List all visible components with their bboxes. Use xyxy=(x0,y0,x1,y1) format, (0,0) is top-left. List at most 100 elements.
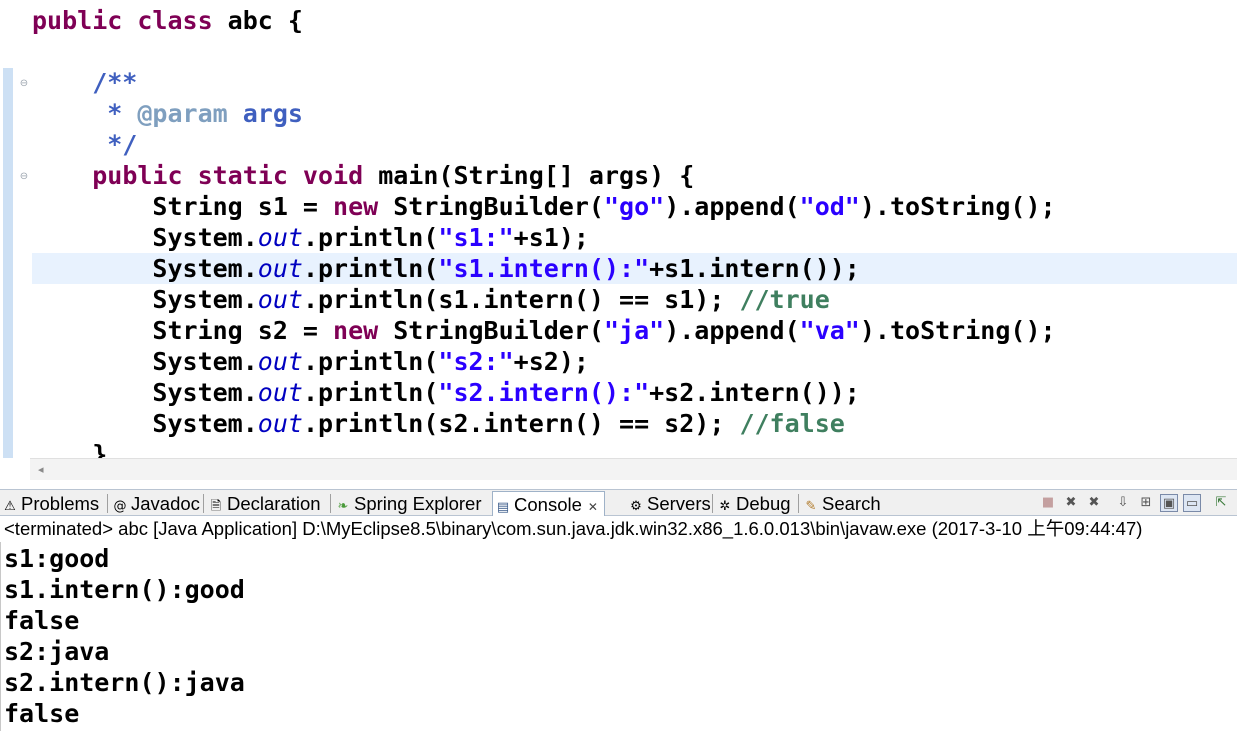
code-token: out xyxy=(257,254,303,283)
tab-label: Console xyxy=(514,494,582,515)
code-token: System. xyxy=(32,285,258,314)
code-line[interactable]: System.out.println("s1.intern():"+s1.int… xyxy=(32,253,1237,284)
tab-label: Javadoc xyxy=(131,493,200,514)
code-token: .println( xyxy=(302,223,439,252)
code-token: System. xyxy=(32,409,258,438)
tab-declaration[interactable]: 🗎 Declaration xyxy=(206,491,321,516)
tab-debug[interactable]: ✲ Debug xyxy=(715,491,791,516)
code-token: .println( xyxy=(302,254,439,283)
scroll-lock-icon[interactable]: ⇩ xyxy=(1114,494,1132,512)
code-line[interactable]: System.out.println("s2.intern():"+s2.int… xyxy=(32,377,1237,408)
code-token: out xyxy=(257,378,303,407)
code-line[interactable]: */ xyxy=(32,129,1237,160)
code-token: +s2); xyxy=(513,347,589,376)
tab-divider xyxy=(712,494,713,513)
code-line[interactable]: public static void main(String[] args) { xyxy=(32,160,1237,191)
code-text[interactable]: public class abc { /** * @param args */ … xyxy=(32,5,1237,458)
console-output-line: false xyxy=(4,606,80,635)
scroll-left-icon[interactable]: ◂ xyxy=(38,463,44,476)
code-line[interactable]: /** xyxy=(32,67,1237,98)
editor-gutter: ⊖ ⊖ xyxy=(0,0,30,458)
code-token: ).append( xyxy=(664,316,800,345)
code-token: +s1); xyxy=(513,223,589,252)
tab-label: Problems xyxy=(21,493,100,514)
console-launch-description: <terminated> abc [Java Application] D:\M… xyxy=(0,516,1237,542)
code-editor[interactable]: ⊖ ⊖ public class abc { /** * @param args… xyxy=(0,0,1237,458)
code-token: System. xyxy=(32,223,258,252)
tab-divider xyxy=(798,494,799,513)
code-token: args xyxy=(227,99,303,128)
console-output-line: s1:good xyxy=(4,544,110,573)
code-token: ).toString(); xyxy=(859,316,1056,345)
code-token: System. xyxy=(32,254,258,283)
code-token: /** xyxy=(32,68,138,97)
close-icon[interactable]: ✕ xyxy=(588,500,598,514)
tab-problems[interactable]: ⚠ Problems xyxy=(0,491,99,516)
code-token: * xyxy=(32,99,138,128)
code-token: StringBuilder( xyxy=(378,192,604,221)
tab-console[interactable]: ▤ Console ✕ xyxy=(492,491,605,516)
code-token: String s1 = xyxy=(32,192,334,221)
code-token: out xyxy=(257,285,303,314)
code-token: "s2.intern():" xyxy=(438,378,650,407)
tab-divider xyxy=(203,494,204,513)
code-token: ).append( xyxy=(664,192,800,221)
tab-search[interactable]: ✎ Search xyxy=(801,491,881,516)
tab-label: Search xyxy=(822,493,881,514)
pin-console-icon[interactable]: ⊞ xyxy=(1137,494,1155,512)
code-token: StringBuilder( xyxy=(378,316,604,345)
tab-javadoc[interactable]: @ Javadoc xyxy=(110,491,200,516)
code-line[interactable]: String s1 = new StringBuilder("go").appe… xyxy=(32,191,1237,222)
code-token: .println(s2.intern() == s2); xyxy=(302,409,740,438)
tab-label: Declaration xyxy=(227,493,321,514)
code-token: "s2:" xyxy=(438,347,514,376)
fold-collapse-icon[interactable]: ⊖ xyxy=(19,79,29,89)
code-line[interactable]: } xyxy=(32,439,1237,458)
tab-servers[interactable]: ⚙ Servers xyxy=(626,491,711,516)
code-line[interactable]: System.out.println(s1.intern() == s1); /… xyxy=(32,284,1237,315)
console-output-line: s2.intern():java xyxy=(4,668,245,697)
code-token: "go" xyxy=(603,192,665,221)
code-line[interactable]: public class abc { xyxy=(32,5,1237,36)
tab-label: Servers xyxy=(647,493,711,514)
code-token: System. xyxy=(32,347,258,376)
console-output[interactable]: s1:good s1.intern():good false s2:java s2.in… xyxy=(0,542,1237,731)
console-output-line: false xyxy=(4,699,80,728)
code-token: public static void xyxy=(92,161,364,190)
fold-collapse-icon[interactable]: ⊖ xyxy=(19,172,29,182)
display-selected-console-icon[interactable]: ▣ xyxy=(1160,494,1178,512)
console-output-line: s2:java xyxy=(4,637,110,666)
editor-horizontal-scrollbar[interactable]: ◂ xyxy=(30,458,1237,480)
code-token: */ xyxy=(32,130,138,159)
code-line[interactable]: * @param args xyxy=(32,98,1237,129)
code-token: "ja" xyxy=(603,316,665,345)
code-token: "s1.intern():" xyxy=(438,254,650,283)
remove-all-terminated-icon[interactable]: ✖ xyxy=(1085,494,1103,512)
code-token: .println( xyxy=(302,378,439,407)
current-method-range-indicator xyxy=(3,68,13,458)
code-line[interactable]: System.out.println("s2:"+s2); xyxy=(32,346,1237,377)
open-console-icon[interactable]: ▭ xyxy=(1183,494,1201,512)
tab-divider xyxy=(107,494,108,513)
code-token: out xyxy=(257,409,303,438)
remove-launch-icon[interactable]: ✖ xyxy=(1062,494,1080,512)
tab-divider xyxy=(330,494,331,513)
terminate-icon[interactable]: ■ xyxy=(1039,494,1057,512)
tab-label: Spring Explorer xyxy=(354,493,482,514)
code-token: new xyxy=(333,192,379,221)
tab-label: Debug xyxy=(736,493,791,514)
code-token: System. xyxy=(32,378,258,407)
code-line[interactable] xyxy=(32,36,1237,67)
code-line[interactable]: String s2 = new StringBuilder("ja").appe… xyxy=(32,315,1237,346)
code-token: ).toString(); xyxy=(859,192,1056,221)
maximize-icon[interactable]: ⇱ xyxy=(1212,494,1230,512)
code-token: +s2.intern()); xyxy=(649,378,860,407)
code-line[interactable]: System.out.println(s2.intern() == s2); /… xyxy=(32,408,1237,439)
code-token: "va" xyxy=(799,316,860,345)
code-line[interactable]: System.out.println("s1:"+s1); xyxy=(32,222,1237,253)
code-token: "s1:" xyxy=(438,223,514,252)
tab-spring-explorer[interactable]: ❧ Spring Explorer xyxy=(333,491,482,516)
code-token: .println(s1.intern() == s1); xyxy=(302,285,740,314)
code-token: new xyxy=(333,316,379,345)
